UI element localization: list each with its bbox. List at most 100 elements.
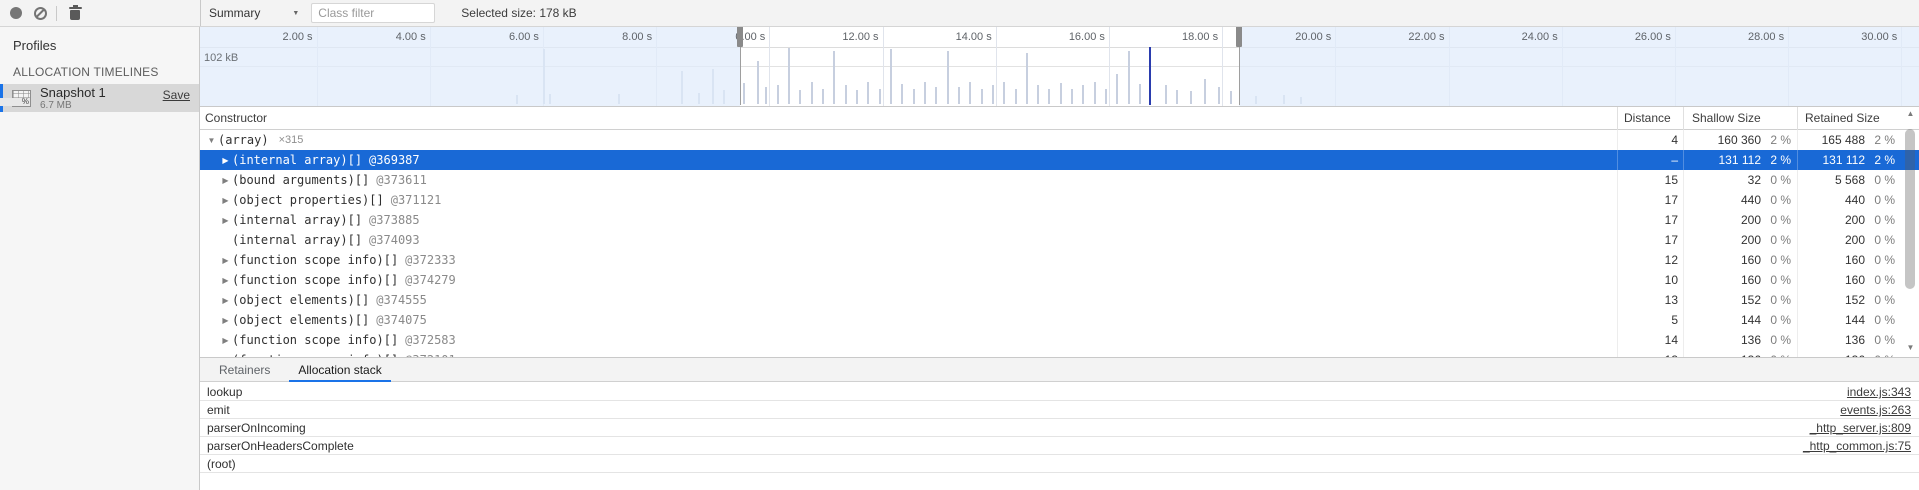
heap-table-row[interactable]: ▶(function scope info)[]@374279101600 %1… (200, 270, 1919, 290)
expand-arrow-icon[interactable]: ▶ (219, 216, 232, 225)
sidebar-item-snapshot[interactable]: % Snapshot 1 6.7 MB Save (0, 84, 199, 112)
expand-arrow-icon[interactable]: ▶ (219, 316, 232, 325)
heap-table-row[interactable]: ▶(function scope info)[]@372333121600 %1… (200, 250, 1919, 270)
retained-size-value-percent: 0 % (1865, 333, 1901, 347)
devtools-memory-panel: Summary ▼ Selected size: 178 kB Profiles… (0, 0, 1919, 490)
scroll-down-arrow[interactable]: ▼ (1902, 343, 1919, 355)
tab-retainers[interactable]: Retainers (210, 358, 279, 381)
distance-value: 17 (1617, 190, 1683, 210)
heap-table-row[interactable]: ▶(object elements)[]@374555131520 %1520 … (200, 290, 1919, 310)
column-header-retained-size[interactable]: Retained Size (1797, 107, 1901, 130)
expand-arrow-icon[interactable]: ▶ (219, 276, 232, 285)
window-handle-left-line (740, 47, 741, 105)
stack-frame-source-link[interactable]: index.js:343 (1847, 383, 1911, 401)
heap-table-row[interactable]: ▶(object elements)[]@37407551440 %1440 % (200, 310, 1919, 330)
expand-arrow-icon[interactable]: ▶ (219, 196, 232, 205)
window-handle-right[interactable] (1236, 27, 1242, 47)
overlay-left (200, 27, 740, 106)
stack-frame-row[interactable]: parserOnHeadersComplete_http_common.js:7… (200, 437, 1919, 455)
record-icon (10, 7, 22, 19)
distance-value: – (1617, 150, 1683, 170)
table-scrollbar: ▲ ▼ (1902, 109, 1919, 357)
constructor-name: (function scope info)[] (232, 333, 398, 347)
allocation-bar (1218, 87, 1220, 104)
stack-frame-row[interactable]: parserOnIncoming_http_server.js:809 (200, 419, 1919, 437)
heap-table-row[interactable]: ▶(bound arguments)[]@37361115320 %5 5680… (200, 170, 1919, 190)
retained-size-value: 440 (1798, 193, 1865, 207)
allocation-bar (913, 89, 915, 104)
expand-arrow-icon[interactable]: ▶ (219, 296, 232, 305)
perspective-select-value: Summary (209, 6, 260, 20)
constructor-name: (internal array)[] (232, 153, 362, 167)
object-id: @371121 (391, 193, 442, 207)
allocation-bar (947, 51, 949, 104)
heap-table-row[interactable]: ▼(array)×3154160 3602 %165 4882 % (200, 130, 1919, 150)
retained-size-value: 152 (1798, 293, 1865, 307)
allocation-bar (879, 89, 881, 104)
timeline-tick-label: 24.00 s (1522, 31, 1558, 43)
expand-arrow-icon[interactable]: ▶ (219, 256, 232, 265)
heap-table-row[interactable]: ▶(function scope info)[]@372101131360 %1… (200, 350, 1919, 357)
stack-frame-source-link[interactable]: events.js:263 (1840, 401, 1911, 419)
save-link[interactable]: Save (163, 88, 190, 102)
object-id: @374555 (376, 293, 427, 307)
timeline-gridline (769, 27, 770, 106)
object-id: @372583 (405, 333, 456, 347)
allocation-bar (788, 48, 790, 104)
clear-button[interactable] (28, 1, 52, 25)
heap-table-row[interactable]: ▶(object properties)[]@371121174400 %440… (200, 190, 1919, 210)
retained-size-value-percent: 0 % (1865, 193, 1901, 207)
collapse-arrow-icon[interactable]: ▼ (205, 136, 218, 145)
delete-profile-button[interactable] (63, 1, 87, 25)
heap-table-row[interactable]: (internal array)[]@374093172000 %2000 % (200, 230, 1919, 250)
expand-arrow-icon[interactable]: ▶ (219, 336, 232, 345)
allocation-bar (981, 89, 983, 104)
column-header-distance[interactable]: Distance (1617, 107, 1683, 130)
heap-table-row[interactable]: ▶(internal array)[]@373885172000 %2000 % (200, 210, 1919, 230)
trash-icon (69, 6, 82, 20)
window-handle-left[interactable] (737, 27, 743, 47)
bottom-tab-bar: Retainers Allocation stack (200, 357, 1919, 382)
record-allocation-button[interactable] (4, 1, 28, 25)
constructor-name: (object properties)[] (232, 193, 384, 207)
heap-table-row[interactable]: ▶(function scope info)[]@372583141360 %1… (200, 330, 1919, 350)
shallow-size-value: 160 360 (1684, 133, 1761, 147)
allocation-bar (799, 90, 801, 104)
scrollbar-thumb[interactable] (1905, 129, 1915, 289)
object-id: @372333 (405, 253, 456, 267)
expand-arrow-icon[interactable]: ▶ (219, 156, 232, 165)
column-header-shallow-size[interactable]: Shallow Size (1683, 107, 1797, 130)
allocation-bar (924, 82, 926, 104)
allocation-bar (757, 61, 759, 104)
class-filter-input[interactable] (311, 3, 435, 23)
allocation-bar (1105, 89, 1107, 104)
object-id: @373611 (376, 173, 427, 187)
retained-size-value: 200 (1798, 233, 1865, 247)
stack-frame-row[interactable]: lookupindex.js:343 (200, 383, 1919, 401)
distance-value: 12 (1617, 250, 1683, 270)
shallow-size-value-percent: 0 % (1761, 193, 1797, 207)
allocation-timeline-overview[interactable]: 102 kB 2.00 s4.00 s6.00 s8.00 s0.00 s12.… (200, 27, 1919, 107)
perspective-select[interactable]: Summary ▼ (209, 6, 299, 20)
timeline-tick-label: 12.00 s (842, 31, 878, 43)
stack-frame-row[interactable]: emitevents.js:263 (200, 401, 1919, 419)
heap-snapshot-icon: % (12, 90, 31, 107)
retained-size-value-percent: 2 % (1865, 153, 1901, 167)
stack-frame-row[interactable]: (root) (200, 455, 1919, 473)
sidebar: Profiles ALLOCATION TIMELINES % Snapshot… (0, 27, 200, 490)
retained-size-value-percent: 0 % (1865, 293, 1901, 307)
timeline-gridline (883, 27, 884, 106)
stack-frame-source-link[interactable]: _http_server.js:809 (1810, 419, 1911, 437)
sidebar-item-profiles[interactable]: Profiles (0, 33, 199, 59)
retained-size-value: 144 (1798, 313, 1865, 327)
scroll-up-arrow[interactable]: ▲ (1902, 109, 1919, 121)
allocation-bar (1015, 89, 1017, 104)
column-header-constructor[interactable]: Constructor (200, 107, 1617, 130)
allocation-bar (822, 89, 824, 104)
timeline-size-label: 102 kB (204, 52, 238, 64)
stack-frame-source-link[interactable]: _http_common.js:75 (1803, 437, 1911, 455)
allocation-bar (811, 82, 813, 104)
expand-arrow-icon[interactable]: ▶ (219, 176, 232, 185)
tab-allocation-stack[interactable]: Allocation stack (289, 358, 390, 381)
heap-table-row[interactable]: ▶(internal array)[]@369387–131 1122 %131… (200, 150, 1919, 170)
